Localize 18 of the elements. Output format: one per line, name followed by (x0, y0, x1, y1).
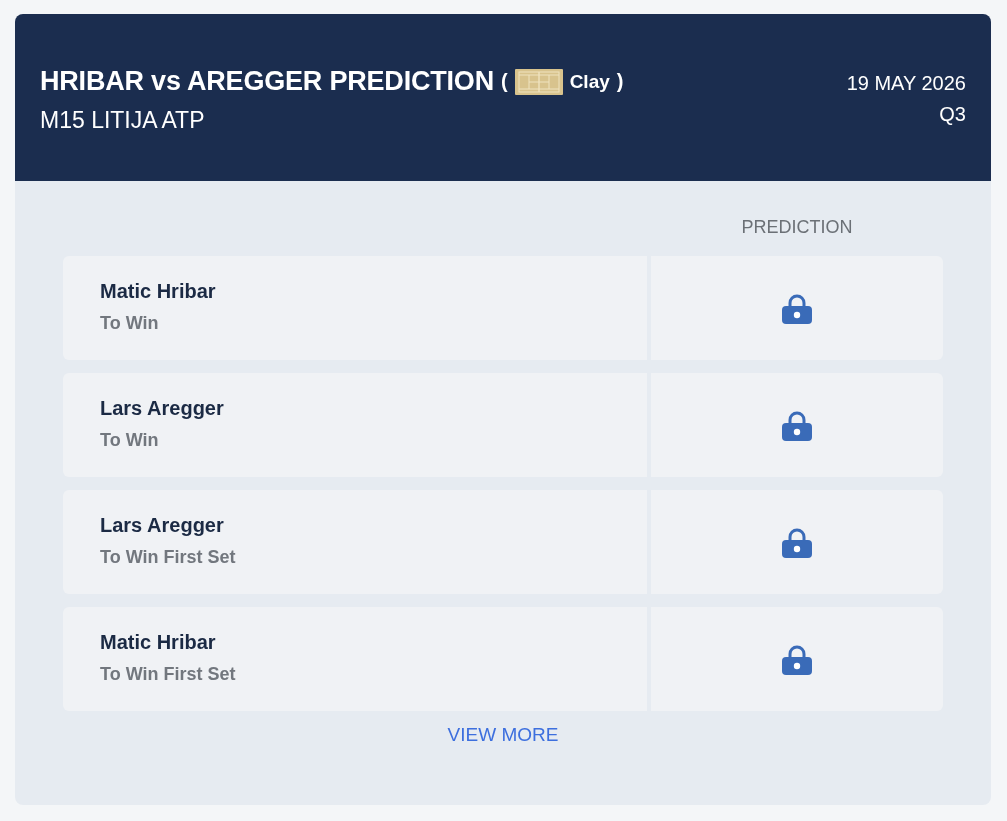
view-more-link[interactable]: VIEW MORE (447, 724, 559, 746)
surface-label: Clay (569, 70, 610, 93)
market-label: To Win (100, 313, 159, 334)
player-name: Lars Aregger (100, 514, 224, 537)
tournament-name: M15 LITIJA ATP (40, 107, 206, 134)
match-title: HRIBAR vs AREGGER PREDICTION (40, 66, 494, 97)
match-round: Q3 (938, 103, 966, 126)
player-name: Matic Hribar (100, 280, 216, 303)
market-label: To Win (100, 430, 159, 451)
player-name: Matic Hribar (100, 631, 216, 654)
open-paren: ( (500, 70, 508, 93)
court-icon (514, 68, 563, 95)
player-name: Lars Aregger (100, 397, 224, 420)
close-paren: ) (616, 70, 624, 93)
match-date: 19 MAY 2026 (846, 72, 966, 95)
market-label: To Win First Set (100, 664, 236, 685)
column-header: PREDICTION (740, 217, 854, 238)
market-label: To Win First Set (100, 547, 236, 568)
